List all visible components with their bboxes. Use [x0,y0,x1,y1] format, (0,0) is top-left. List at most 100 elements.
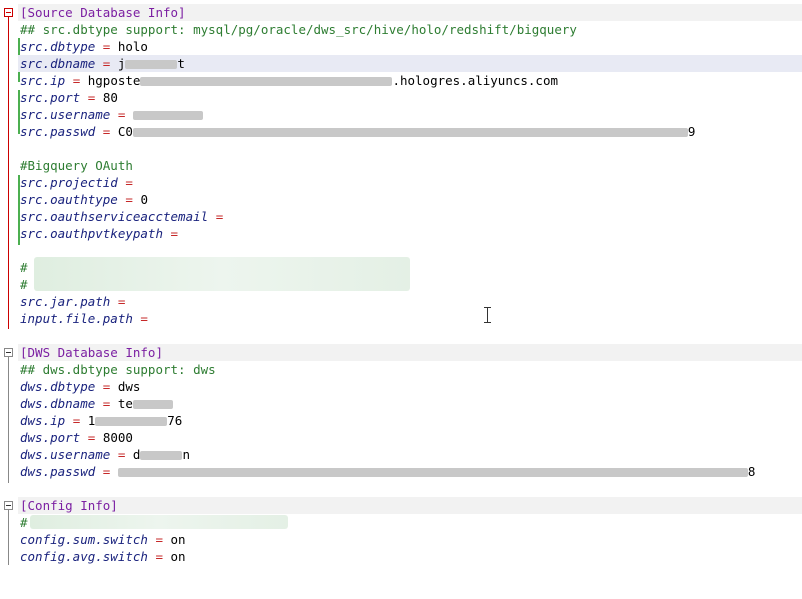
code-line: config.avg.switch = on [18,548,802,565]
config-value: 1 [87,413,96,428]
equals-sign: = [155,549,163,564]
code-line: dws.username = d n [18,446,802,463]
equals-sign: = [72,413,81,428]
fold-toggle-source-icon[interactable] [4,8,13,17]
config-value: on [170,532,186,547]
config-value-tail: 76 [167,413,183,428]
section-header-line: [DWS Database Info] [18,344,802,361]
comment: # [20,277,28,292]
comment: # [20,515,28,530]
config-key: src.username [20,107,111,122]
config-value: 80 [102,90,118,105]
code-line: dws.dbname = te [18,395,802,412]
code-line: src.oauthtype = 0 [18,191,802,208]
config-key: src.jar.path [20,294,111,309]
config-key: src.oauthserviceacctemail [20,209,209,224]
config-value: te [117,396,133,411]
code-line: src.passwd = C0 9 [18,123,802,140]
config-key: src.ip [20,73,66,88]
code-line: # [18,514,802,531]
redaction [140,451,183,460]
config-value: 8000 [102,430,133,445]
equals-sign: = [170,226,179,241]
config-value: on [170,549,186,564]
code-line: src.oauthserviceacctemail = [18,208,802,225]
redaction [132,400,173,409]
code-line: ## dws.dbtype support: dws [18,361,802,378]
config-key: input.file.path [20,311,133,326]
config-key: dws.passwd [20,464,96,479]
code-editor[interactable]: [Source Database Info] ## src.dbtype sup… [0,0,802,565]
redaction [125,60,178,69]
code-line: src.projectid = [18,174,802,191]
comment: ## dws.dbtype support: dws [20,362,216,377]
comment: #Bigquery OAuth [20,158,133,173]
equals-sign: = [117,447,126,462]
code-line: ## src.dbtype support: mysql/pg/oracle/d… [18,21,802,38]
config-key: dws.dbtype [20,379,96,394]
config-value: j [117,56,126,71]
config-key: src.dbname [20,56,96,71]
config-value: d [132,447,141,462]
config-key: src.projectid [20,175,118,190]
config-value: hgposte [87,73,141,88]
code-line: dws.ip = 1 76 [18,412,802,429]
config-value: holo [117,39,148,54]
code-line: dws.passwd = 8 [18,463,802,480]
config-key: dws.port [20,430,81,445]
equals-sign: = [102,124,111,139]
redaction [132,111,203,120]
redaction [95,417,168,426]
equals-sign: = [87,90,96,105]
config-key: config.avg.switch [20,549,148,564]
config-key: dws.dbname [20,396,96,411]
current-line: src.dbname = j t [18,55,802,72]
redaction [132,128,688,137]
fold-guide-config [8,510,9,565]
code-line: src.ip = hgposte .hologres.aliyuncs.com [18,72,802,89]
text-cursor-icon [484,307,491,323]
code-line: # [18,259,802,276]
config-key: src.dbtype [20,39,96,54]
section-header-dws: [DWS Database Info] [20,345,163,360]
fold-guide-source [8,17,9,329]
code-line: src.dbtype = holo [18,38,802,55]
config-key: src.passwd [20,124,96,139]
equals-sign: = [117,107,126,122]
code-line: src.username = [18,106,802,123]
equals-sign: = [102,379,111,394]
code-line: #Bigquery OAuth [18,157,802,174]
equals-sign: = [125,175,133,190]
config-key: dws.ip [20,413,66,428]
equals-sign: = [102,464,111,479]
equals-sign: = [117,294,126,309]
fold-toggle-config-icon[interactable] [4,501,13,510]
config-value: 0 [140,192,148,207]
config-key: dws.username [20,447,111,462]
redaction [117,468,748,477]
config-value-tail: t [177,56,185,71]
config-value-tail: 9 [687,124,696,139]
config-value: dws [117,379,141,394]
config-key: src.port [20,90,81,105]
equals-sign: = [215,209,224,224]
code-line: # [18,276,802,293]
equals-sign: = [140,311,148,326]
equals-sign: = [155,532,163,547]
code-line: config.sum.switch = on [18,531,802,548]
config-key: src.oauthtype [20,192,118,207]
fold-guide-dws [8,357,9,483]
comment: ## src.dbtype support: mysql/pg/oracle/d… [20,22,577,37]
section-header-line: [Config Info] [18,497,802,514]
code-line: src.port = 80 [18,89,802,106]
config-value-tail: .hologres.aliyuncs.com [392,73,559,88]
equals-sign: = [102,39,111,54]
config-key: config.sum.switch [20,532,148,547]
config-key: src.oauthpvtkeypath [20,226,163,241]
section-header-source: [Source Database Info] [20,5,186,20]
comment: # [20,260,28,275]
fold-toggle-dws-icon[interactable] [4,348,13,357]
fold-gutter [0,0,18,565]
code-line: src.jar.path = [18,293,802,310]
section-header-line: [Source Database Info] [18,4,802,21]
